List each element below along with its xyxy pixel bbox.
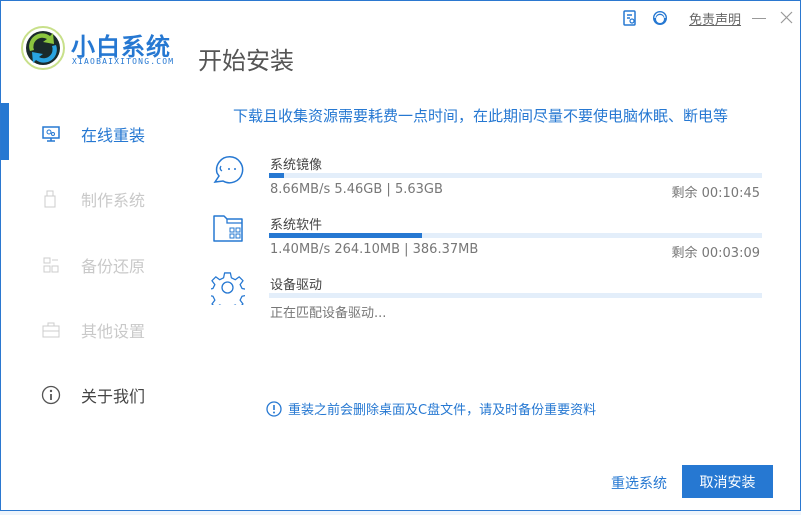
brand-subtitle: XIAOBAIXITONG.COM (72, 57, 175, 66)
gear-icon (211, 272, 245, 305)
reselect-system-button[interactable]: 重选系统 (611, 473, 667, 493)
progress-bar (269, 293, 762, 298)
briefcase-icon (42, 322, 60, 338)
task-name: 系统镜像 (270, 158, 323, 173)
customer-service-icon[interactable] (652, 10, 668, 26)
sidebar-item-online-reinstall[interactable]: 在线重装 (41, 122, 145, 146)
progress-fill (269, 233, 422, 238)
sidebar-item-backup-restore[interactable]: 备份还原 (41, 253, 145, 277)
task-info: 8.66MB/s 5.46GB | 5.63GB (270, 182, 443, 197)
task-remaining: 剩余 00:10:45 (671, 186, 760, 201)
close-button[interactable] (780, 11, 793, 24)
feedback-icon[interactable] (623, 10, 637, 26)
backup-icon (43, 257, 59, 273)
task-info: 正在匹配设备驱动... (270, 306, 387, 321)
sidebar-item-label: 备份还原 (81, 257, 146, 276)
task-remaining: 剩余 00:03:09 (671, 246, 760, 261)
task-name: 系统软件 (270, 218, 323, 233)
sidebar-item-other-settings[interactable]: 其他设置 (41, 318, 145, 342)
software-folder-icon (213, 215, 243, 242)
nav-active-indicator (1, 103, 9, 160)
warning-icon (266, 400, 282, 417)
logo-icon (21, 26, 65, 70)
page-title: 开始安装 (198, 47, 294, 75)
progress-bar (269, 233, 762, 238)
progress-bar (269, 173, 762, 178)
sidebar-item-make-system[interactable]: 制作系统 (41, 187, 145, 211)
sidebar-item-label: 关于我们 (81, 387, 146, 406)
info-icon (41, 385, 61, 405)
progress-fill (269, 173, 284, 178)
task-info: 1.40MB/s 264.10MB | 386.37MB (270, 242, 479, 257)
sidebar-item-label: 在线重装 (81, 126, 146, 145)
sidebar-item-about-us[interactable]: 关于我们 (41, 383, 145, 407)
warning-text: 重装之前会删除桌面及C盘文件，请及时备份重要资料 (288, 403, 597, 418)
sidebar-item-label: 制作系统 (81, 191, 146, 210)
system-image-icon (213, 156, 244, 184)
monitor-icon (42, 126, 60, 142)
usb-icon (44, 190, 56, 208)
sidebar-item-label: 其他设置 (81, 322, 146, 341)
warning-message: 重装之前会删除桌面及C盘文件，请及时备份重要资料 (266, 399, 596, 418)
task-name: 设备驱动 (270, 278, 323, 293)
minimize-button[interactable] (752, 18, 766, 19)
download-notice: 下载且收集资源需要耗费一点时间，在此期间尽量不要使电脑休眠、断电等 (233, 107, 729, 125)
cancel-install-button[interactable]: 取消安装 (682, 465, 773, 498)
installer-window: 小白系统 XIAOBAIXITONG.COM 开始安装 免责声明 在线重装 制作… (0, 0, 801, 511)
disclaimer-link[interactable]: 免责声明 (689, 9, 741, 28)
